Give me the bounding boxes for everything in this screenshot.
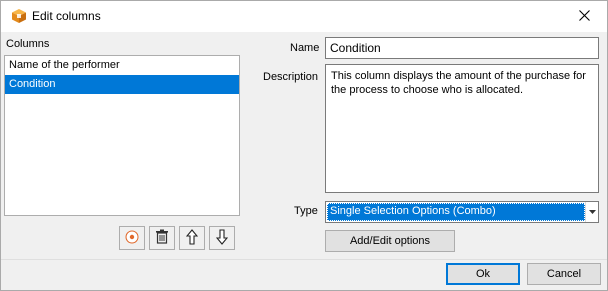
close-button[interactable] [561,1,607,32]
add-column-button[interactable] [119,226,145,250]
move-down-icon [215,228,229,248]
edit-columns-dialog: Edit columns Columns Name of the perform… [0,0,608,291]
chevron-down-icon[interactable] [585,202,598,222]
type-selected-value: Single Selection Options (Combo) [327,203,585,221]
list-item[interactable]: Name of the performer [5,56,239,75]
close-icon [578,9,590,24]
app-cube-icon [11,8,27,24]
ok-button[interactable]: Ok [446,263,520,285]
add-icon [125,230,139,247]
type-combo[interactable]: Single Selection Options (Combo) [325,201,599,223]
dialog-title: Edit columns [32,9,101,23]
type-label: Type [294,205,318,217]
description-textarea[interactable]: This column displays the amount of the p… [325,64,599,193]
delete-icon [155,229,169,247]
description-label: Description [263,71,319,83]
columns-label: Columns [6,38,50,50]
move-up-button[interactable] [179,226,205,250]
name-input[interactable]: Condition [325,37,599,59]
columns-list[interactable]: Name of the performer Condition [4,55,240,216]
add-edit-options-button[interactable]: Add/Edit options [325,230,455,252]
list-item[interactable]: Condition [5,75,239,94]
delete-column-button[interactable] [149,226,175,250]
move-down-button[interactable] [209,226,235,250]
name-label: Name [290,42,320,54]
move-up-icon [185,228,199,248]
cancel-button[interactable]: Cancel [527,263,601,285]
title-bar: Edit columns [1,1,607,32]
